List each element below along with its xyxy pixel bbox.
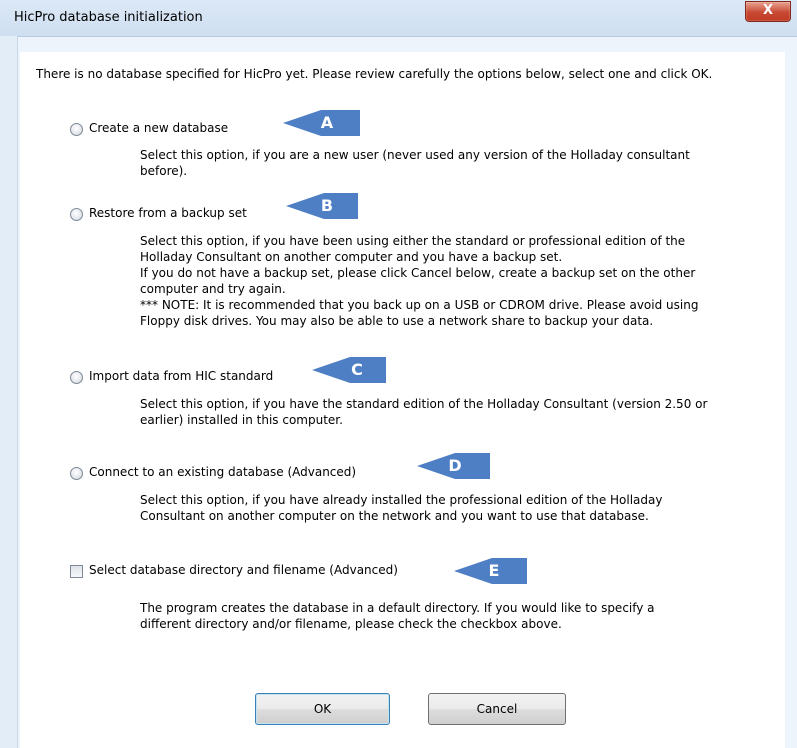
- label-create-database[interactable]: Create a new database: [89, 120, 228, 136]
- desc-restore-line-2: Holladay Consultant on another computer …: [140, 250, 563, 264]
- desc-create-line-2: before).: [140, 164, 188, 178]
- label-import-hic[interactable]: Import data from HIC standard: [89, 368, 273, 384]
- desc-restore-line-3: If you do not have a backup set, please …: [140, 266, 696, 280]
- cancel-button[interactable]: Cancel: [428, 693, 566, 725]
- marker-letter-b: B: [320, 196, 334, 215]
- desc-restore-line-1: Select this option, if you have been usi…: [140, 234, 686, 248]
- label-connect-database[interactable]: Connect to an existing database (Advance…: [89, 464, 356, 480]
- desc-restore-line-5: *** NOTE: It is recommended that you bac…: [140, 298, 699, 312]
- radio-connect-database[interactable]: [70, 467, 83, 480]
- window-frame-left: [0, 36, 18, 748]
- radio-restore-backup[interactable]: [70, 208, 83, 221]
- desc-import-line-2: earlier) installed in this computer.: [140, 413, 343, 427]
- marker-letter-d: D: [448, 456, 462, 475]
- desc-restore-line-4: computer and try again.: [140, 282, 286, 296]
- window-title: HicPro database initialization: [14, 10, 203, 25]
- desc-connect-line-2: Consultant on another computer on the ne…: [140, 509, 649, 523]
- ok-button[interactable]: OK: [255, 693, 390, 725]
- intro-text: There is no database specified for HicPr…: [36, 67, 713, 81]
- marker-letter-e: E: [488, 561, 500, 580]
- frame-divider: [17, 36, 18, 748]
- marker-letter-a: A: [320, 113, 334, 132]
- dialog-window: HicPro database initialization X There i…: [0, 0, 797, 748]
- desc-directory-line-1: The program creates the database in a de…: [140, 601, 655, 615]
- checkbox-select-directory[interactable]: [70, 565, 83, 578]
- radio-create-database[interactable]: [70, 123, 83, 136]
- title-bar[interactable]: HicPro database initialization X: [0, 0, 797, 37]
- marker-letter-c: C: [351, 360, 363, 379]
- label-restore-backup[interactable]: Restore from a backup set: [89, 205, 247, 221]
- close-button[interactable]: X: [745, 1, 791, 22]
- label-select-directory[interactable]: Select database directory and filename (…: [89, 562, 398, 578]
- desc-create-line-1: Select this option, if you are a new use…: [140, 148, 690, 162]
- dialog-content: There is no database specified for HicPr…: [20, 52, 785, 748]
- desc-restore-line-6: Floppy disk drives. You may also be able…: [140, 314, 654, 328]
- radio-import-hic[interactable]: [70, 371, 83, 384]
- desc-import-line-1: Select this option, if you have the stan…: [140, 397, 708, 411]
- desc-connect-line-1: Select this option, if you have already …: [140, 493, 663, 507]
- desc-directory-line-2: different directory and/or filename, ple…: [140, 617, 562, 631]
